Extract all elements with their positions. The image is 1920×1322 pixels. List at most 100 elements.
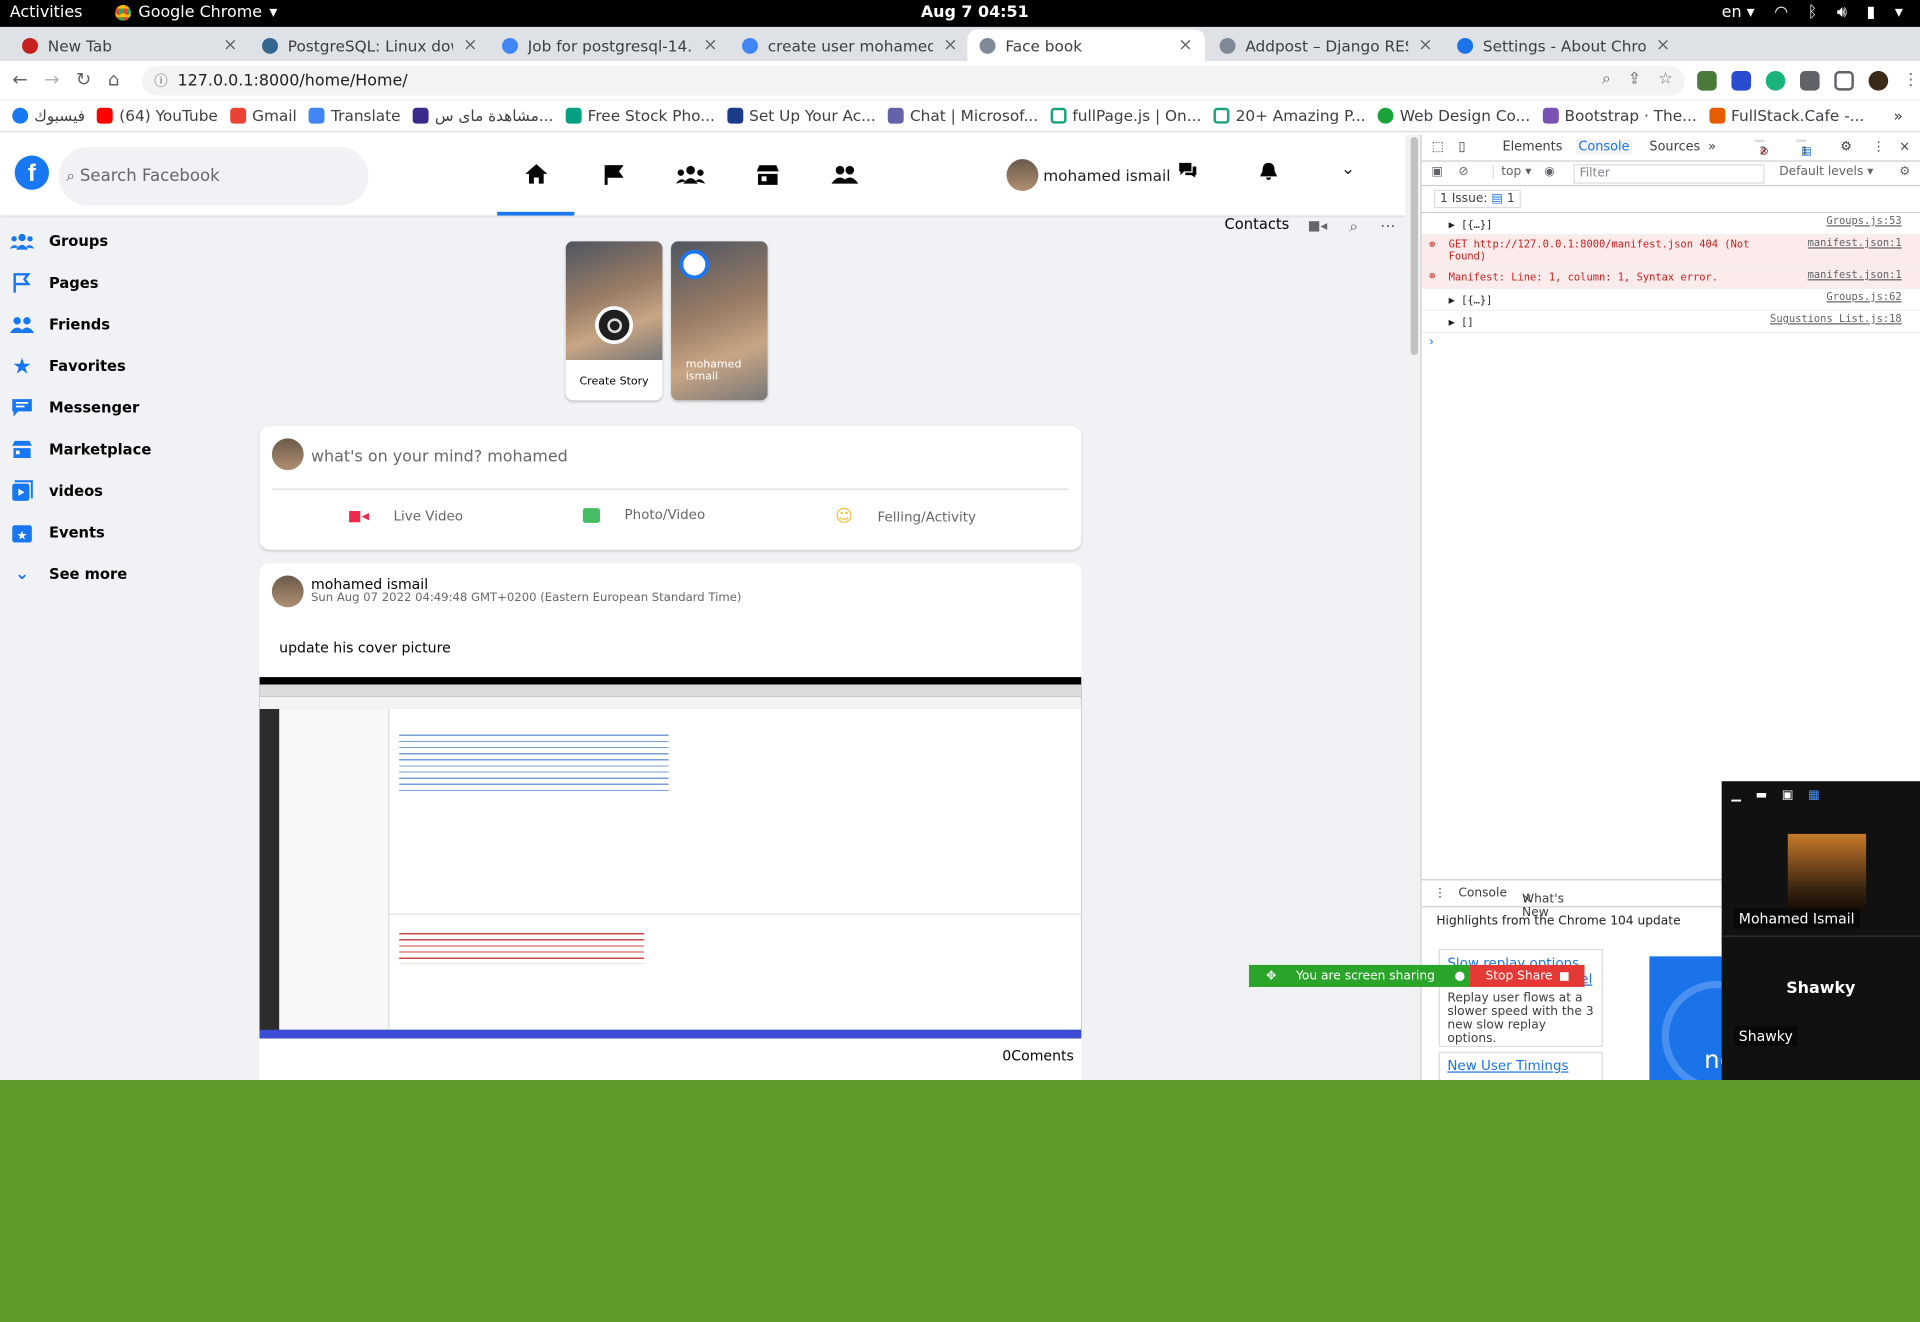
clear-console-icon[interactable]: ⊘ — [1458, 165, 1468, 178]
sidebar-item-messenger[interactable]: Messenger — [0, 387, 257, 429]
side-panel-icon[interactable] — [1834, 71, 1854, 91]
feature-title[interactable]: New User Timings — [1447, 1058, 1594, 1074]
tab-elements[interactable]: Elements — [1502, 140, 1562, 155]
tab-create-user[interactable]: create user mohamed in pc× — [730, 29, 970, 61]
reload-button[interactable]: ↻ — [76, 69, 91, 91]
friends-nav-icon[interactable] — [806, 135, 883, 216]
minimize-icon[interactable]: ▁ — [1731, 789, 1740, 811]
bookmark-item[interactable]: Bootstrap · The... — [1542, 107, 1697, 125]
messenger-icon[interactable] — [1178, 162, 1198, 184]
tab-settings[interactable]: Settings - About Chrome× — [1445, 29, 1683, 61]
app-menu[interactable]: Google Chrome ▾ — [115, 4, 277, 22]
language-indicator[interactable]: en ▾ — [1722, 4, 1755, 22]
address-bar[interactable]: ⓘ 127.0.0.1:8000/home/Home/ ⌕ ⇪ ☆ — [142, 66, 1685, 96]
forward-button[interactable]: → — [44, 69, 59, 91]
star-icon[interactable]: ☆ — [1658, 70, 1672, 88]
sidebar-item-favorites[interactable]: ★ Favorites — [0, 345, 257, 387]
close-icon[interactable]: × — [1656, 36, 1670, 56]
sidebar-item-pages[interactable]: Pages — [0, 262, 257, 304]
source-link[interactable]: Groups.js:53 — [1826, 216, 1901, 228]
bookmark-item[interactable]: 20+ Amazing P... — [1213, 107, 1366, 125]
bookmark-item[interactable]: فيسبوك — [12, 107, 85, 125]
user-story-card[interactable]: mohamed ismail — [671, 241, 768, 401]
bookmark-item[interactable]: (64) YouTube — [97, 107, 218, 125]
more-bookmarks-icon[interactable]: » — [1893, 107, 1902, 125]
photo-video-button[interactable]: Photo/Video — [582, 507, 705, 523]
scrollbar-thumb[interactable] — [1410, 137, 1418, 356]
sidebar-item-groups[interactable]: Groups — [0, 220, 257, 262]
bookmark-item[interactable]: fullPage.js | On... — [1050, 107, 1201, 125]
close-icon[interactable]: × — [703, 36, 717, 56]
kebab-menu-icon[interactable]: ⋮ — [1903, 71, 1919, 91]
tab-facebook[interactable]: Face book × — [967, 29, 1205, 62]
close-icon[interactable]: × — [1899, 140, 1910, 155]
sidebar-item-videos[interactable]: videos — [0, 470, 257, 512]
clock[interactable]: Aug 7 04:51 — [921, 4, 1029, 22]
extension-icon[interactable] — [1731, 71, 1752, 91]
activities-button[interactable]: Activities — [10, 4, 83, 22]
close-icon[interactable]: × — [1522, 893, 1532, 906]
close-icon[interactable]: × — [463, 36, 477, 56]
device-toolbar-icon[interactable]: ▯ — [1458, 140, 1465, 155]
source-link[interactable]: manifest.json:1 — [1808, 238, 1902, 250]
extension-icon[interactable] — [1765, 71, 1786, 91]
close-icon[interactable]: × — [943, 36, 957, 56]
page-scrollbar[interactable] — [1408, 134, 1421, 1081]
console-error-row[interactable]: ⊗ GET http://127.0.0.1:8000/manifest.json… — [1421, 235, 1920, 267]
layout-icon[interactable]: ▬ — [1756, 789, 1768, 811]
facebook-logo[interactable]: f — [14, 155, 49, 190]
bookmark-item[interactable]: Set Up Your Ac... — [727, 107, 876, 125]
drawer-tab-console[interactable]: Console — [1458, 887, 1507, 900]
notification-bell-icon[interactable] — [1260, 162, 1278, 186]
inspect-element-icon[interactable]: ⬚ — [1431, 140, 1443, 155]
more-tabs-icon[interactable]: » — [1708, 140, 1716, 155]
profile-avatar[interactable] — [1868, 71, 1889, 91]
avatar[interactable] — [271, 575, 304, 608]
info-icon[interactable]: ⓘ — [154, 71, 167, 91]
flag-nav-icon[interactable] — [574, 135, 651, 216]
search-input[interactable]: ⌕ Search Facebook — [58, 146, 369, 206]
sidebar-item-marketplace[interactable]: Marketplace — [0, 429, 257, 471]
feature-card[interactable]: Slow replay options in the Recorder pane… — [1438, 948, 1603, 1047]
tab-job-postgresql[interactable]: Job for postgresql-14.serv× — [490, 29, 730, 61]
bookmark-item[interactable]: FullStack.Cafe -... — [1709, 107, 1864, 125]
context-select[interactable]: top ▾ — [1492, 165, 1531, 179]
puzzle-icon[interactable] — [1800, 71, 1820, 91]
sidebar-toggle-icon[interactable]: ▣ — [1431, 165, 1443, 178]
console-log-row[interactable]: ▶ [] Sugustions_List.js:18 — [1421, 311, 1920, 334]
error-badge[interactable]: ⊗ 2 — [1754, 139, 1769, 158]
console-log-row[interactable]: ▶ [{…}] Groups.js:62 — [1421, 289, 1920, 312]
video-camera-icon[interactable]: ■◂ — [1308, 218, 1327, 236]
kebab-menu-icon[interactable]: ⋮ — [1434, 887, 1446, 900]
drag-handle-icon[interactable]: ✥ — [1266, 969, 1276, 982]
eye-icon[interactable]: ◉ — [1544, 165, 1555, 178]
bookmark-item[interactable]: مشاهدة ماى س... — [412, 107, 553, 125]
share-icon[interactable]: ⇪ — [1628, 70, 1641, 88]
kebab-menu-icon[interactable]: ⋮ — [1872, 140, 1885, 155]
post-author[interactable]: mohamed ismail — [311, 576, 428, 593]
profile-button[interactable]: mohamed ismail — [1006, 159, 1171, 192]
console-log-row[interactable]: ▶ [{…}] Groups.js:53 — [1421, 213, 1920, 236]
groups-nav-icon[interactable] — [651, 135, 728, 216]
post-timestamp[interactable]: Sun Aug 07 2022 04:49:48 GMT+0200 (Easte… — [311, 591, 741, 604]
extension-icon[interactable] — [1697, 71, 1717, 91]
grid-view-icon[interactable]: ▦ — [1808, 789, 1820, 811]
create-story-card[interactable]: Create Story — [565, 241, 663, 401]
chevron-down-icon[interactable]: ⌄ — [1341, 159, 1355, 179]
tab-console[interactable]: Console — [1575, 139, 1632, 155]
tab-new-tab[interactable]: New Tab × — [10, 29, 250, 61]
sidebar-item-friends[interactable]: Friends — [0, 304, 257, 346]
bookmark-item[interactable]: Chat | Microsof... — [887, 107, 1038, 125]
sharing-indicator[interactable]: ✥ You are screen sharing ● — [1248, 964, 1470, 987]
tab-addpost[interactable]: Addpost – Django REST fra× — [1207, 29, 1445, 61]
feeling-activity-button[interactable]: ☺ Felling/Activity — [835, 507, 976, 527]
tab-postgresql[interactable]: PostgreSQL: Linux downlo× — [250, 29, 490, 61]
tab-sources[interactable]: Sources — [1649, 140, 1700, 155]
search-icon[interactable]: ⌕ — [1349, 218, 1358, 236]
bookmark-item[interactable]: Free Stock Pho... — [565, 107, 715, 125]
back-button[interactable]: ← — [12, 69, 27, 91]
more-icon[interactable]: ··· — [1380, 218, 1395, 236]
marketplace-nav-icon[interactable] — [729, 135, 806, 216]
bookmark-item[interactable]: Gmail — [230, 107, 297, 125]
status-input[interactable]: what's on your mind? mohamed — [311, 448, 568, 466]
